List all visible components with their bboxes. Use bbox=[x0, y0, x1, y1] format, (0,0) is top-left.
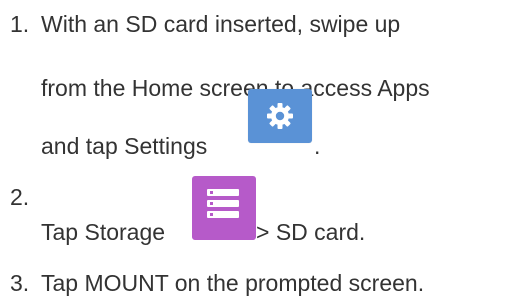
step-3-number: 3. bbox=[10, 270, 30, 296]
step-2-number: 2. bbox=[10, 184, 30, 210]
step-1-line-3: and tap Settings bbox=[41, 133, 208, 159]
step-1-line-1: With an SD card inserted, swipe up bbox=[41, 11, 401, 37]
step-1-line-2: from the Home screen to access Apps bbox=[41, 75, 430, 101]
storage-icon bbox=[192, 176, 256, 240]
step-2-text-after: > SD card. bbox=[256, 219, 366, 245]
step-1-period: . bbox=[314, 133, 321, 159]
step-1-number: 1. bbox=[10, 11, 30, 37]
step-3-text: Tap MOUNT on the prompted screen. bbox=[41, 270, 425, 296]
settings-gear-icon bbox=[248, 89, 312, 143]
step-2-text: Tap Storage bbox=[41, 219, 166, 245]
